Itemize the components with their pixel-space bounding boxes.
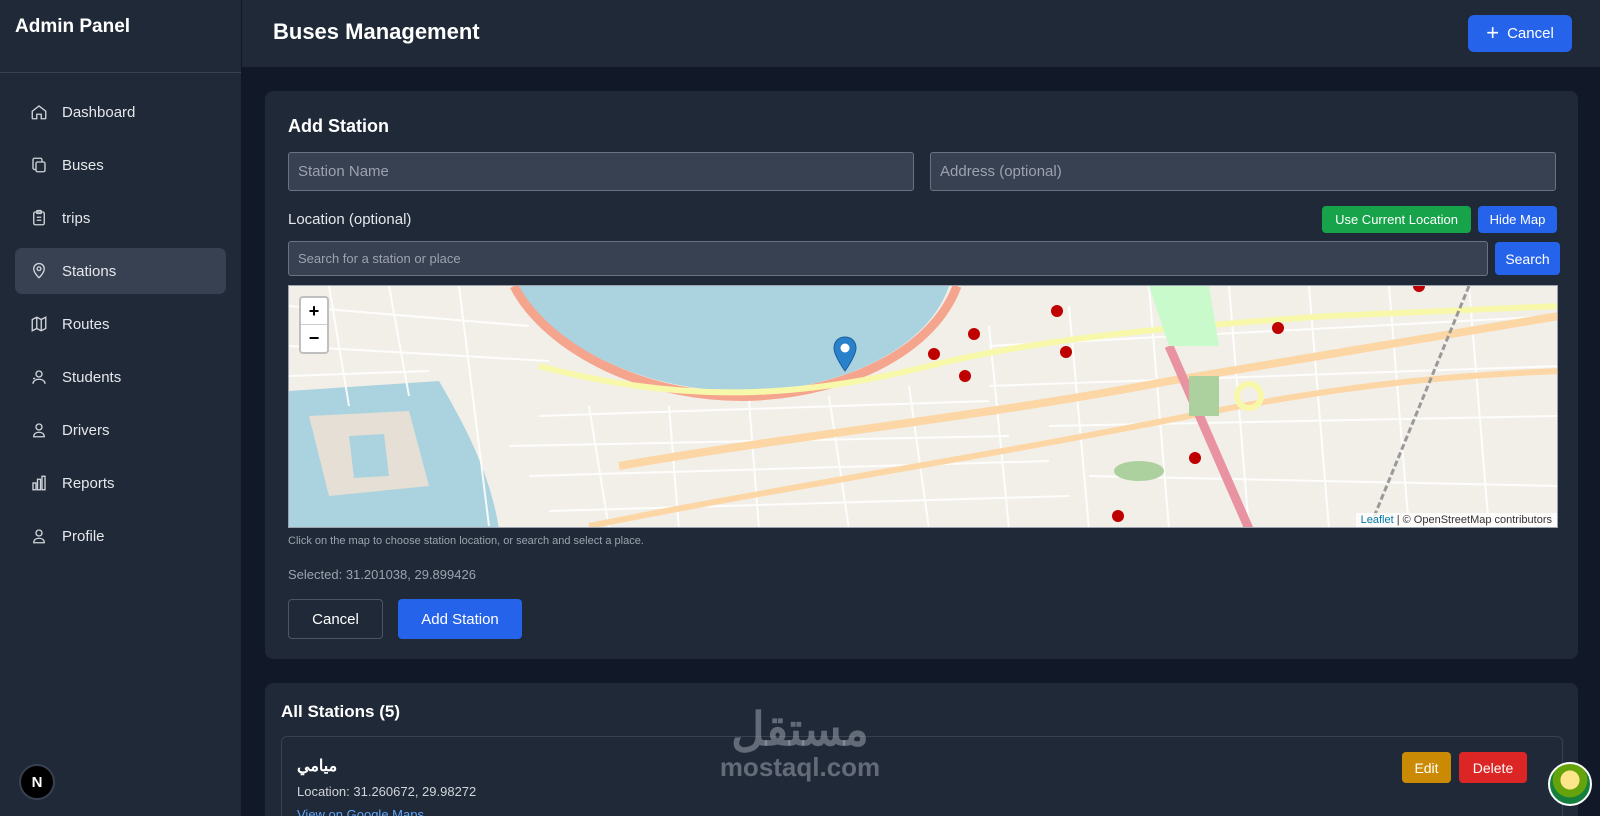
page-title: Buses Management: [273, 19, 480, 44]
sidebar-item-label: Dashboard: [62, 103, 136, 121]
sidebar-item-students[interactable]: Students: [15, 354, 226, 400]
sidebar-item-reports[interactable]: Reports: [15, 460, 226, 506]
corner-logo[interactable]: [1548, 762, 1592, 806]
sidebar-item-label: Routes: [62, 315, 110, 333]
sidebar-item-drivers[interactable]: Drivers: [15, 407, 226, 453]
user-icon: [33, 423, 45, 438]
delete-button[interactable]: Delete: [1459, 752, 1527, 783]
station-map[interactable]: + − Leaflet | © OpenStreetMap contributo…: [288, 285, 1558, 528]
sidebar-item-label: Reports: [62, 474, 115, 492]
sidebar-item-label: Profile: [62, 527, 105, 545]
map-pin-icon: [33, 262, 45, 279]
user-icon: [33, 529, 45, 544]
edit-button[interactable]: Edit: [1402, 752, 1451, 783]
sidebar-item-label: Drivers: [62, 421, 110, 439]
home-icon: [31, 105, 47, 120]
osm-attribution: | © OpenStreetMap contributors: [1396, 514, 1552, 526]
sidebar-nav: Dashboard Buses trips Stations Routes St…: [0, 73, 241, 582]
sidebar-item-label: trips: [62, 209, 91, 227]
map-zoom-control: + −: [299, 296, 329, 354]
plus-icon: +: [1486, 19, 1500, 45]
bar-chart-icon: [32, 475, 46, 491]
zoom-out-button[interactable]: −: [301, 325, 327, 352]
map-icon: [31, 316, 47, 332]
users-icon: [32, 370, 46, 384]
top-header: Buses Management + Cancel: [242, 0, 1600, 68]
sidebar: Admin Panel Dashboard Buses trips Statio…: [0, 0, 242, 816]
sidebar-item-profile[interactable]: Profile: [15, 513, 226, 559]
map-attribution: Leaflet | © OpenStreetMap contributors: [1355, 513, 1557, 527]
add-station-title: Add Station: [288, 116, 389, 136]
selected-coordinates: Selected: 31.201038, 29.899426: [288, 567, 476, 582]
place-search-input[interactable]: [288, 241, 1488, 276]
use-current-location-button[interactable]: Use Current Location: [1322, 206, 1471, 233]
stations-list-card: All Stations (5) ميامي Location: 31.2606…: [265, 683, 1578, 816]
leaflet-link[interactable]: Leaflet: [1361, 514, 1394, 526]
clipboard-icon: [33, 209, 45, 226]
add-station-button[interactable]: Add Station: [398, 599, 522, 639]
search-button[interactable]: Search: [1495, 242, 1560, 275]
header-cancel-button[interactable]: + Cancel: [1468, 15, 1572, 52]
google-maps-link[interactable]: View on Google Maps: [297, 807, 424, 816]
add-station-card: Add Station Location (optional) Use Curr…: [265, 91, 1578, 659]
sidebar-item-label: Buses: [62, 156, 104, 174]
header-cancel-label: Cancel: [1507, 25, 1554, 42]
sidebar-item-label: Stations: [62, 262, 117, 280]
sidebar-item-label: Students: [62, 368, 122, 386]
sidebar-item-dashboard[interactable]: Dashboard: [15, 89, 226, 135]
location-marker-icon[interactable]: [833, 336, 857, 372]
nextjs-badge[interactable]: N: [19, 764, 55, 800]
station-name: ميامي: [297, 758, 338, 775]
location-label: Location (optional): [288, 211, 412, 228]
sidebar-item-trips[interactable]: trips: [15, 195, 226, 241]
cancel-button[interactable]: Cancel: [288, 599, 383, 639]
copy-icon: [32, 157, 46, 173]
hide-map-button[interactable]: Hide Map: [1478, 206, 1557, 233]
map-tiles: [289, 286, 1557, 527]
sidebar-item-stations[interactable]: Stations: [15, 248, 226, 294]
zoom-in-button[interactable]: +: [301, 298, 327, 325]
app-title: Admin Panel: [0, 0, 241, 73]
map-hint: Click on the map to choose station locat…: [288, 535, 644, 547]
stations-list-title: All Stations (5): [281, 702, 401, 721]
list-item: ميامي Location: 31.260672, 29.98272 View…: [281, 736, 1563, 816]
sidebar-item-routes[interactable]: Routes: [15, 301, 226, 347]
station-location: Location: 31.260672, 29.98272: [297, 784, 477, 799]
address-input[interactable]: [930, 152, 1556, 191]
sidebar-item-buses[interactable]: Buses: [15, 142, 226, 188]
station-name-input[interactable]: [288, 152, 914, 191]
